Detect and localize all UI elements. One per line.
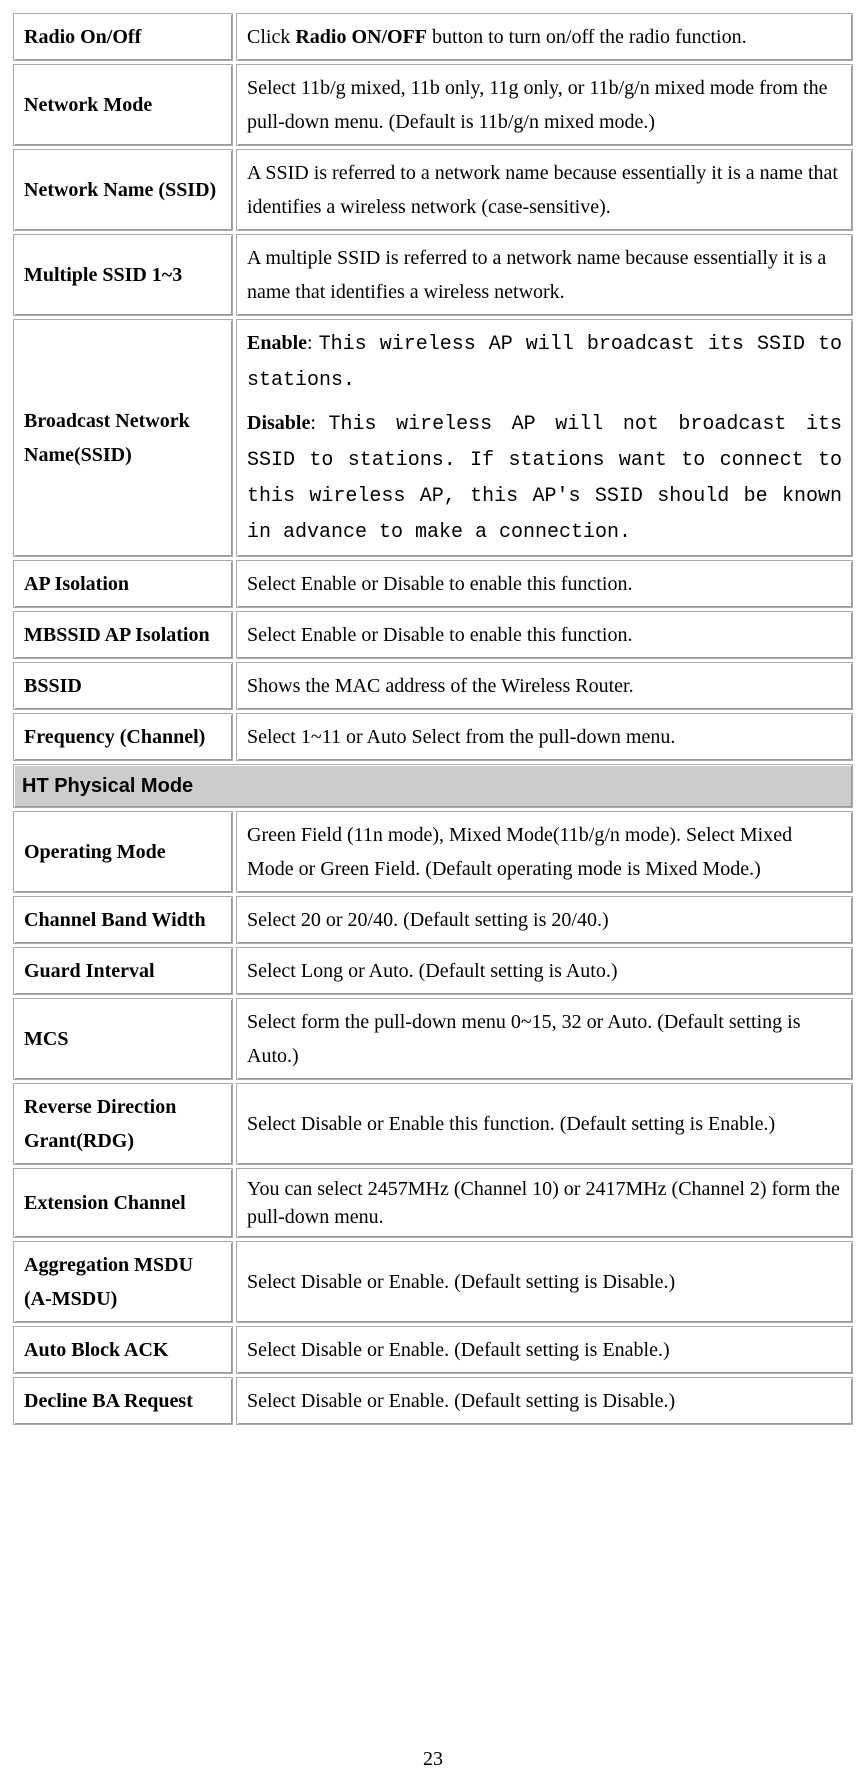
- row-desc: Select Enable or Disable to enable this …: [236, 560, 853, 608]
- row-label: Frequency (Channel): [13, 713, 233, 761]
- enable-text: This wireless AP will broadcast its SSID…: [247, 333, 842, 392]
- row-desc: You can select 2457MHz (Channel 10) or 2…: [236, 1168, 853, 1238]
- row-desc: Select 20 or 20/40. (Default setting is …: [236, 896, 853, 944]
- disable-text: This wireless AP will not broadcast its …: [247, 413, 842, 544]
- row-label: Broadcast Network Name(SSID): [13, 319, 233, 557]
- row-desc: Select Disable or Enable. (Default setti…: [236, 1377, 853, 1425]
- row-label: BSSID: [13, 662, 233, 710]
- disable-label: Disable: [247, 412, 310, 434]
- table-row: Broadcast Network Name(SSID) Enable: Thi…: [13, 319, 853, 557]
- row-label: Guard Interval: [13, 947, 233, 995]
- row-label: Extension Channel: [13, 1168, 233, 1238]
- row-label: AP Isolation: [13, 560, 233, 608]
- page-number: 23: [10, 1748, 856, 1771]
- row-label: MCS: [13, 998, 233, 1080]
- table-row: Extension Channel You can select 2457MHz…: [13, 1168, 853, 1238]
- row-desc: Enable: This wireless AP will broadcast …: [236, 319, 853, 557]
- row-desc: Select Disable or Enable. (Default setti…: [236, 1241, 853, 1323]
- table-row: Auto Block ACK Select Disable or Enable.…: [13, 1326, 853, 1374]
- desc-text: Click: [247, 26, 295, 48]
- section-header-row: HT Physical Mode: [13, 764, 853, 808]
- desc-text: button to turn on/off the radio function…: [427, 26, 747, 48]
- table-row: Radio On/Off Click Radio ON/OFF button t…: [13, 13, 853, 61]
- row-label: Radio On/Off: [13, 13, 233, 61]
- row-label: Decline BA Request: [13, 1377, 233, 1425]
- section-header: HT Physical Mode: [13, 764, 853, 808]
- row-desc: A SSID is referred to a network name bec…: [236, 149, 853, 231]
- table-row: Frequency (Channel) Select 1~11 or Auto …: [13, 713, 853, 761]
- row-label: Network Mode: [13, 64, 233, 146]
- row-desc: Select 11b/g mixed, 11b only, 11g only, …: [236, 64, 853, 146]
- row-desc: Select form the pull-down menu 0~15, 32 …: [236, 998, 853, 1080]
- row-label: Auto Block ACK: [13, 1326, 233, 1374]
- row-desc: Select 1~11 or Auto Select from the pull…: [236, 713, 853, 761]
- row-label: Operating Mode: [13, 811, 233, 893]
- table-row: Network Mode Select 11b/g mixed, 11b onl…: [13, 64, 853, 146]
- table-row: MBSSID AP Isolation Select Enable or Dis…: [13, 611, 853, 659]
- row-desc: Select Disable or Enable. (Default setti…: [236, 1326, 853, 1374]
- row-label: Reverse Direction Grant(RDG): [13, 1083, 233, 1165]
- row-desc: Select Long or Auto. (Default setting is…: [236, 947, 853, 995]
- desc-bold: Radio ON/OFF: [295, 26, 427, 48]
- row-desc: Shows the MAC address of the Wireless Ro…: [236, 662, 853, 710]
- enable-label: Enable: [247, 332, 307, 354]
- row-label: Multiple SSID 1~3: [13, 234, 233, 316]
- row-desc: Green Field (11n mode), Mixed Mode(11b/g…: [236, 811, 853, 893]
- row-label: Channel Band Width: [13, 896, 233, 944]
- table-row: Reverse Direction Grant(RDG) Select Disa…: [13, 1083, 853, 1165]
- table-row: Decline BA Request Select Disable or Ena…: [13, 1377, 853, 1425]
- table-row: MCS Select form the pull-down menu 0~15,…: [13, 998, 853, 1080]
- table-row: Network Name (SSID) A SSID is referred t…: [13, 149, 853, 231]
- table-row: Channel Band Width Select 20 or 20/40. (…: [13, 896, 853, 944]
- table-row: Multiple SSID 1~3 A multiple SSID is ref…: [13, 234, 853, 316]
- row-desc: Click Radio ON/OFF button to turn on/off…: [236, 13, 853, 61]
- row-desc: Select Enable or Disable to enable this …: [236, 611, 853, 659]
- row-label: Network Name (SSID): [13, 149, 233, 231]
- row-desc: A multiple SSID is referred to a network…: [236, 234, 853, 316]
- settings-table: Radio On/Off Click Radio ON/OFF button t…: [10, 10, 856, 1428]
- row-label: Aggregation MSDU (A-MSDU): [13, 1241, 233, 1323]
- row-label: MBSSID AP Isolation: [13, 611, 233, 659]
- table-row: BSSID Shows the MAC address of the Wirel…: [13, 662, 853, 710]
- table-row: Aggregation MSDU (A-MSDU) Select Disable…: [13, 1241, 853, 1323]
- table-row: AP Isolation Select Enable or Disable to…: [13, 560, 853, 608]
- table-row: Operating Mode Green Field (11n mode), M…: [13, 811, 853, 893]
- table-row: Guard Interval Select Long or Auto. (Def…: [13, 947, 853, 995]
- row-desc: Select Disable or Enable this function. …: [236, 1083, 853, 1165]
